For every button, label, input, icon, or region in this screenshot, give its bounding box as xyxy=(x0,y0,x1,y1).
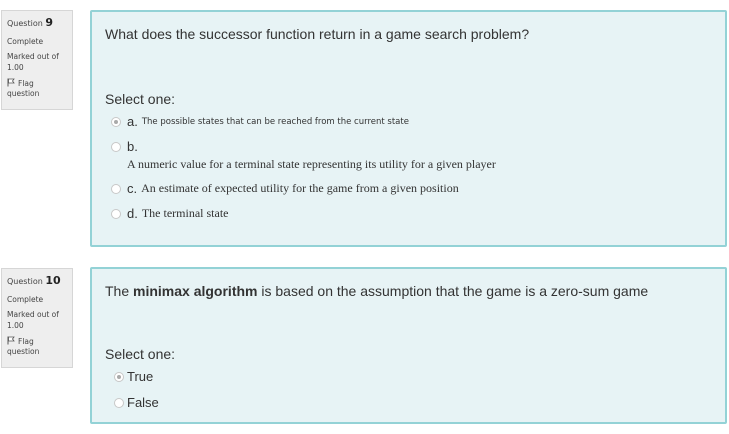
option-text: A numeric value for a terminal state rep… xyxy=(127,157,496,171)
radio-icon[interactable] xyxy=(111,183,121,194)
radio-icon[interactable] xyxy=(114,397,124,408)
question-grade: Marked out of 1.00 xyxy=(7,51,59,72)
question-text: What does the successor function return … xyxy=(105,26,530,42)
question-info-9: Question 9 Complete Marked out of 1.00 Fl… xyxy=(1,10,73,110)
flag-icon xyxy=(7,336,15,345)
option-text: The terminal state xyxy=(141,206,229,220)
question-card-9: What does the successor function return … xyxy=(90,10,727,247)
option-text: False xyxy=(127,395,159,410)
question-state: Complete xyxy=(7,294,44,304)
question-text: The minimax algorithm is based on the as… xyxy=(105,283,649,299)
option-text: The possible states that can be reached … xyxy=(141,116,409,127)
select-one-label: Select one: xyxy=(105,346,176,362)
option-text: An estimate of expected utility for the … xyxy=(141,181,459,195)
answer-option-b[interactable]: b. A numeric value for a terminal state … xyxy=(111,139,713,172)
question-grade: Marked out of 1.00 xyxy=(7,309,59,330)
answer-option-a[interactable]: a. The possible states that can be reach… xyxy=(111,114,713,129)
radio-icon[interactable] xyxy=(111,141,121,152)
answer-option-false[interactable]: False xyxy=(114,395,713,410)
answer-option-true[interactable]: True xyxy=(114,369,713,384)
question-number: Question 9 xyxy=(7,16,53,29)
flag-icon xyxy=(7,78,15,87)
radio-icon[interactable] xyxy=(111,208,121,219)
flag-question-button[interactable]: Flag question xyxy=(7,78,67,99)
radio-icon[interactable] xyxy=(111,116,121,127)
flag-question-button[interactable]: Flag question xyxy=(7,336,67,357)
answer-option-c[interactable]: c. An estimate of expected utility for t… xyxy=(111,181,713,196)
question-state: Complete xyxy=(7,36,44,46)
option-text: True xyxy=(127,369,154,384)
question-number: Question 10 xyxy=(7,274,61,287)
question-info-10: Question 10 Complete Marked out of 1.00 F… xyxy=(1,268,73,368)
question-card-10: The minimax algorithm is based on the as… xyxy=(90,267,727,424)
question-text-bold: minimax algorithm xyxy=(133,283,258,299)
answer-option-d[interactable]: d. The terminal state xyxy=(111,206,713,221)
select-one-label: Select one: xyxy=(105,91,176,107)
radio-icon[interactable] xyxy=(114,371,124,382)
